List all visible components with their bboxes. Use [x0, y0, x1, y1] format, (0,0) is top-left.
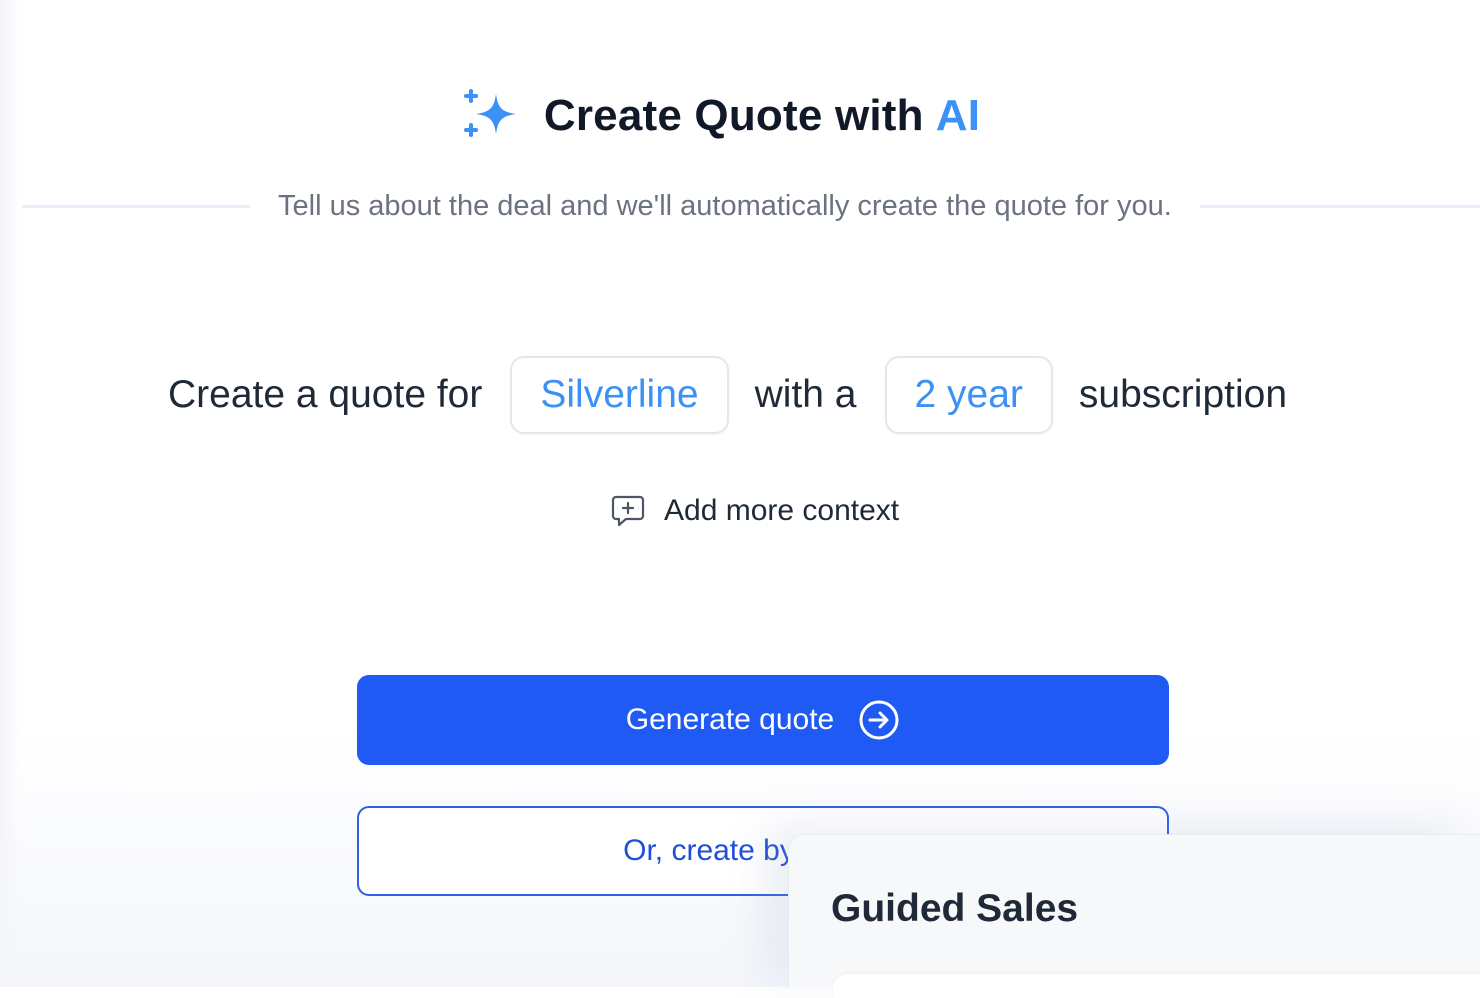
- add-context-button[interactable]: Add more context: [610, 493, 899, 529]
- generate-quote-label: Generate quote: [625, 703, 835, 736]
- arrow-right-circle-icon: [859, 700, 899, 740]
- sparkle-icon: [463, 89, 516, 137]
- page-title-accent: AI: [935, 91, 981, 140]
- prompt-prefix: Create a quote for: [168, 373, 483, 416]
- guided-sales-panel[interactable]: Guided Sales: [788, 834, 1480, 998]
- generate-quote-button[interactable]: Generate quote: [357, 675, 1169, 765]
- company-input[interactable]: Silverline: [510, 356, 729, 434]
- header: Create Quote with AI: [0, 84, 1480, 148]
- prompt-suffix: subscription: [1078, 373, 1288, 416]
- guided-sales-content: [833, 974, 1480, 998]
- page-subtitle: Tell us about the deal and we'll automat…: [278, 190, 1172, 222]
- prompt-middle: with a: [754, 373, 857, 416]
- page-title-text: Create Quote with: [543, 91, 924, 140]
- guided-sales-title: Guided Sales: [831, 887, 1079, 930]
- subtitle-row: Tell us about the deal and we'll automat…: [22, 190, 1480, 223]
- divider-left: [22, 205, 250, 208]
- quote-prompt: Create a quote for Silverline with a 2 y…: [168, 356, 1287, 434]
- left-edge: [0, 0, 20, 987]
- add-context-label: Add more context: [664, 494, 900, 527]
- add-comment-icon: [611, 495, 645, 527]
- term-input[interactable]: 2 year: [884, 356, 1053, 434]
- page-title: Create Quote with AI: [544, 91, 980, 141]
- divider-right: [1199, 205, 1480, 208]
